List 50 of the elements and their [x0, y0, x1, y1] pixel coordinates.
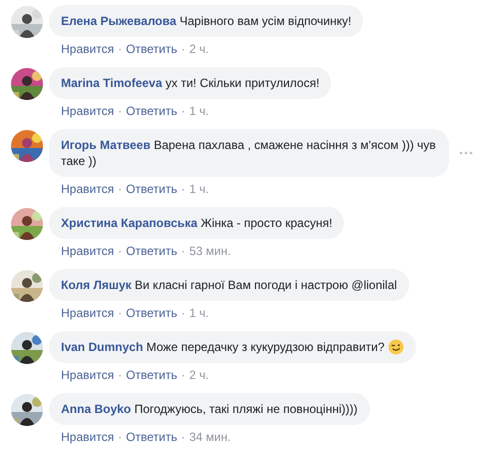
comment-text: Anna Boyko Погоджуюсь, такі пляжі не повноцінні))))	[61, 402, 358, 416]
separator-dot: ·	[181, 42, 186, 56]
separator-dot: ·	[181, 368, 186, 382]
comment-time[interactable]: 1 ч.	[189, 306, 209, 320]
separator-dot: ·	[181, 104, 186, 118]
comment-text: Ivan Dumnych Може передачку з кукурудзою відправити?	[61, 340, 385, 354]
reply-link[interactable]: Ответить	[126, 182, 178, 196]
separator-dot: ·	[118, 430, 122, 444]
reply-link[interactable]: Ответить	[126, 104, 178, 118]
comment-time[interactable]: 1 ч.	[189, 182, 209, 196]
reply-link[interactable]: Ответить	[126, 368, 178, 382]
separator-dot: ·	[118, 306, 122, 320]
separator-dot: ·	[118, 368, 122, 382]
author-link[interactable]: Ivan Dumnych	[61, 340, 144, 354]
author-link[interactable]: Anna Boyko	[61, 402, 132, 416]
author-link[interactable]: Коля Ляшук	[61, 278, 132, 292]
comment-time[interactable]: 2 ч.	[189, 368, 209, 382]
author-link[interactable]: Игорь Матвеев	[61, 138, 150, 152]
like-link[interactable]: Нравится	[61, 42, 114, 56]
reply-link[interactable]: Ответить	[126, 244, 178, 258]
comment-time[interactable]: 2 ч.	[189, 42, 209, 56]
comment-text: Marina Timofeeva ух ти! Скільки притулилося!	[61, 76, 320, 90]
reply-link[interactable]: Ответить	[126, 42, 178, 56]
reply-link[interactable]: Ответить	[126, 430, 178, 444]
like-link[interactable]: Нравится	[61, 306, 114, 320]
comment-time[interactable]: 1 ч.	[189, 104, 209, 118]
more-options-icon[interactable]	[459, 151, 473, 155]
separator-dot: ·	[118, 182, 122, 196]
separator-dot: ·	[118, 244, 122, 258]
comment-text: Елена Рыжевалова Чарівного вам усім відпочинку!	[61, 14, 352, 28]
like-link[interactable]: Нравится	[61, 430, 114, 444]
separator-dot: ·	[118, 104, 122, 118]
separator-dot: ·	[181, 244, 186, 258]
like-link[interactable]: Нравится	[61, 368, 114, 382]
author-link[interactable]: Елена Рыжевалова	[61, 14, 176, 28]
comment-text: Христина Караповська Жінка - просто красуня!	[61, 216, 332, 230]
like-link[interactable]: Нравится	[61, 182, 114, 196]
comment-text: Коля Ляшук Ви класні гарної Вам погоди і настрою @lionilal	[61, 278, 397, 292]
like-link[interactable]: Нравится	[61, 104, 114, 118]
separator-dot: ·	[118, 42, 122, 56]
separator-dot: ·	[181, 182, 186, 196]
comment-text: Игорь Матвеев Варена пахлава , смажене насіння з м'ясом ))) чув таке ))	[61, 138, 436, 168]
separator-dot: ·	[181, 430, 186, 444]
like-link[interactable]: Нравится	[61, 244, 114, 258]
comment-time[interactable]: 53 мин.	[189, 244, 231, 258]
author-link[interactable]: Христина Караповська	[61, 216, 198, 230]
comment-time[interactable]: 34 мин.	[189, 430, 231, 444]
author-link[interactable]: Marina Timofeeva	[61, 76, 162, 90]
reply-link[interactable]: Ответить	[126, 306, 178, 320]
separator-dot: ·	[181, 306, 186, 320]
